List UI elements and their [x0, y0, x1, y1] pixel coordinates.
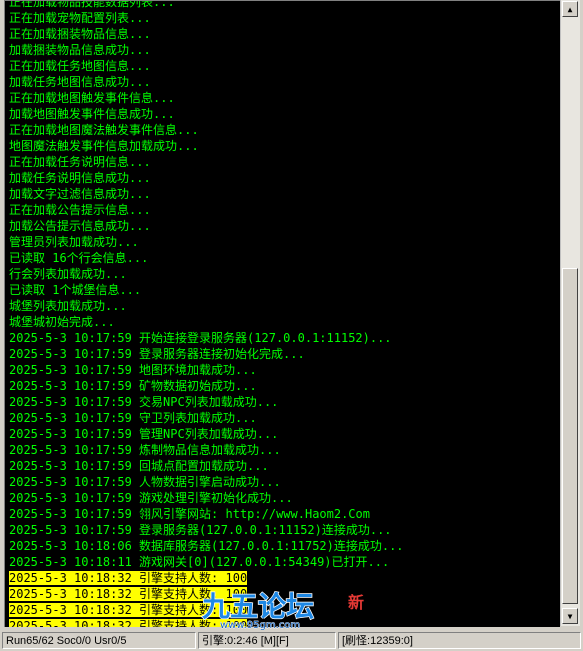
- log-line: 2025-5-3 10:17:59 交易NPC列表加载成功...: [9, 394, 560, 410]
- log-line-text: 2025-5-3 10:18:32 引擎支持人数: 100: [9, 603, 248, 617]
- arrow-up-icon: ▲: [567, 4, 573, 14]
- log-line-text: 2025-5-3 10:17:59 守卫列表加载成功...: [9, 411, 257, 425]
- log-line-text: 2025-5-3 10:18:32 引擎支持人数: 100: [9, 587, 248, 601]
- log-line: 城堡列表加载成功...: [9, 298, 560, 314]
- log-line: 正在加载地图魔法触发事件信息...: [9, 122, 560, 138]
- log-line-text: 2025-5-3 10:17:59 地图环境加载成功...: [9, 363, 257, 377]
- log-line-text: 城堡列表加载成功...: [9, 299, 127, 313]
- log-line: 2025-5-3 10:17:59 人物数据引擎启动成功...: [9, 474, 560, 490]
- log-line-text: 2025-5-3 10:17:59 开始连接登录服务器(127.0.0.1:11…: [9, 331, 392, 345]
- log-line-text: 2025-5-3 10:18:06 数据库服务器(127.0.0.1:11752…: [9, 539, 404, 553]
- log-line: 2025-5-3 10:18:06 数据库服务器(127.0.0.1:11752…: [9, 538, 560, 554]
- log-line: 加载任务地图信息成功...: [9, 74, 560, 90]
- log-line-text: 2025-5-3 10:18:32 引擎支持人数: 100: [9, 619, 248, 627]
- log-line-text: 管理员列表加载成功...: [9, 235, 139, 249]
- log-line: 2025-5-3 10:18:32 引擎支持人数: 100: [9, 586, 560, 602]
- log-line-text: 正在加载物品技能数据列表...: [9, 0, 175, 9]
- log-line: 2025-5-3 10:17:59 翎风引擎网站: http://www.Hao…: [9, 506, 560, 522]
- log-line: 正在加载物品技能数据列表...: [9, 0, 560, 10]
- scrollbar-thumb[interactable]: [562, 268, 578, 604]
- log-line-text: 2025-5-3 10:18:32 引擎支持人数: 100: [9, 571, 248, 585]
- log-line-text: 正在加载地图触发事件信息...: [9, 91, 175, 105]
- log-line: 正在加载任务说明信息...: [9, 154, 560, 170]
- log-line: 2025-5-3 10:17:59 开始连接登录服务器(127.0.0.1:11…: [9, 330, 560, 346]
- log-console[interactable]: 正在加载物品技能数据列表... 正在加载宠物配置列表... 正在加载捆装物品信息..…: [4, 0, 560, 627]
- log-line: 加载公告提示信息成功...: [9, 218, 560, 234]
- log-line: 正在加载捆装物品信息...: [9, 26, 560, 42]
- log-line-text: 已读取 1个城堡信息...: [9, 283, 142, 297]
- log-line: 地图魔法触发事件信息加载成功...: [9, 138, 560, 154]
- log-line-text: 2025-5-3 10:17:59 回城点配置加载成功...: [9, 459, 269, 473]
- log-line-text: 2025-5-3 10:17:59 翎风引擎网站: http://www.Hao…: [9, 507, 370, 521]
- arrow-down-icon: ▼: [567, 611, 573, 621]
- log-line-text: 2025-5-3 10:17:59 炼制物品信息加载成功...: [9, 443, 281, 457]
- log-line: 正在加载任务地图信息...: [9, 58, 560, 74]
- log-line-text: 行会列表加载成功...: [9, 267, 127, 281]
- log-line: 2025-5-3 10:17:59 守卫列表加载成功...: [9, 410, 560, 426]
- log-line-text: 加载文字过滤信息成功...: [9, 187, 151, 201]
- log-line-text: 城堡城初始完成...: [9, 315, 115, 329]
- log-line-text: 2025-5-3 10:17:59 登录服务器(127.0.0.1:11152)…: [9, 523, 392, 537]
- log-line: 2025-5-3 10:17:59 游戏处理引擎初始化成功...: [9, 490, 560, 506]
- log-line: 城堡城初始完成...: [9, 314, 560, 330]
- log-line-text: 地图魔法触发事件信息加载成功...: [9, 139, 199, 153]
- log-line: 2025-5-3 10:17:59 管理NPC列表加载成功...: [9, 426, 560, 442]
- log-line-text: 加载任务说明信息成功...: [9, 171, 151, 185]
- log-line-text: 加载捆装物品信息成功...: [9, 43, 151, 57]
- log-line: 加载文字过滤信息成功...: [9, 186, 560, 202]
- vertical-scrollbar[interactable]: ▲ ▼: [560, 0, 580, 626]
- log-line: 行会列表加载成功...: [9, 266, 560, 282]
- log-line-text: 2025-5-3 10:17:59 矿物数据初始成功...: [9, 379, 257, 393]
- scroll-up-button[interactable]: ▲: [562, 1, 578, 17]
- log-line: 已读取 1个城堡信息...: [9, 282, 560, 298]
- log-line: 2025-5-3 10:18:32 引擎支持人数: 100: [9, 570, 560, 586]
- server-window: 正在加载物品技能数据列表... 正在加载宠物配置列表... 正在加载捆装物品信息..…: [0, 0, 583, 651]
- log-line-text: 2025-5-3 10:18:11 游戏网关[0](127.0.0.1:5434…: [9, 555, 390, 569]
- log-line: 正在加载宠物配置列表...: [9, 10, 560, 26]
- log-line: 2025-5-3 10:17:59 登录服务器连接初始化完成...: [9, 346, 560, 362]
- log-line: 加载捆装物品信息成功...: [9, 42, 560, 58]
- log-line-text: 正在加载任务说明信息...: [9, 155, 151, 169]
- log-line: 2025-5-3 10:17:59 地图环境加载成功...: [9, 362, 560, 378]
- log-line-text: 2025-5-3 10:17:59 登录服务器连接初始化完成...: [9, 347, 305, 361]
- log-lines: 正在加载物品技能数据列表... 正在加载宠物配置列表... 正在加载捆装物品信息..…: [9, 0, 560, 627]
- log-line-text: 加载公告提示信息成功...: [9, 219, 151, 233]
- log-line-text: 加载任务地图信息成功...: [9, 75, 151, 89]
- log-line-text: 正在加载捆装物品信息...: [9, 27, 151, 41]
- log-line-text: 正在加载任务地图信息...: [9, 59, 151, 73]
- log-line: 2025-5-3 10:18:32 引擎支持人数: 100: [9, 618, 560, 627]
- status-engine: 引擎:0:2:46 [M][F]: [198, 632, 336, 649]
- log-line-text: 正在加载宠物配置列表...: [9, 11, 151, 25]
- log-line: 已读取 16个行会信息...: [9, 250, 560, 266]
- log-line-text: 已读取 16个行会信息...: [9, 251, 149, 265]
- log-line: 管理员列表加载成功...: [9, 234, 560, 250]
- log-line-text: 加载地图触发事件信息成功...: [9, 107, 175, 121]
- log-line: 加载任务说明信息成功...: [9, 170, 560, 186]
- log-line-text: 正在加载公告提示信息...: [9, 203, 151, 217]
- status-bar: Run65/62 Soc0/0 Usr0/5 引擎:0:2:46 [M][F] …: [0, 630, 583, 651]
- log-line: 2025-5-3 10:17:59 炼制物品信息加载成功...: [9, 442, 560, 458]
- log-line-text: 2025-5-3 10:17:59 人物数据引擎启动成功...: [9, 475, 281, 489]
- log-line-text: 2025-5-3 10:17:59 交易NPC列表加载成功...: [9, 395, 279, 409]
- status-runtime: Run65/62 Soc0/0 Usr0/5: [2, 632, 196, 649]
- log-line: 2025-5-3 10:17:59 登录服务器(127.0.0.1:11152)…: [9, 522, 560, 538]
- log-line-text: 2025-5-3 10:17:59 管理NPC列表加载成功...: [9, 427, 279, 441]
- log-line: 2025-5-3 10:17:59 回城点配置加载成功...: [9, 458, 560, 474]
- log-line: 加载地图触发事件信息成功...: [9, 106, 560, 122]
- log-line: 正在加载公告提示信息...: [9, 202, 560, 218]
- log-line: 正在加载地图触发事件信息...: [9, 90, 560, 106]
- scroll-down-button[interactable]: ▼: [562, 608, 578, 624]
- status-monster-refresh: [刷怪:12359:0]: [338, 632, 581, 649]
- log-line-text: 2025-5-3 10:17:59 游戏处理引擎初始化成功...: [9, 491, 293, 505]
- log-line: 2025-5-3 10:17:59 矿物数据初始成功...: [9, 378, 560, 394]
- log-line-text: 正在加载地图魔法触发事件信息...: [9, 123, 199, 137]
- log-line: 2025-5-3 10:18:32 引擎支持人数: 100: [9, 602, 560, 618]
- log-line: 2025-5-3 10:18:11 游戏网关[0](127.0.0.1:5434…: [9, 554, 560, 570]
